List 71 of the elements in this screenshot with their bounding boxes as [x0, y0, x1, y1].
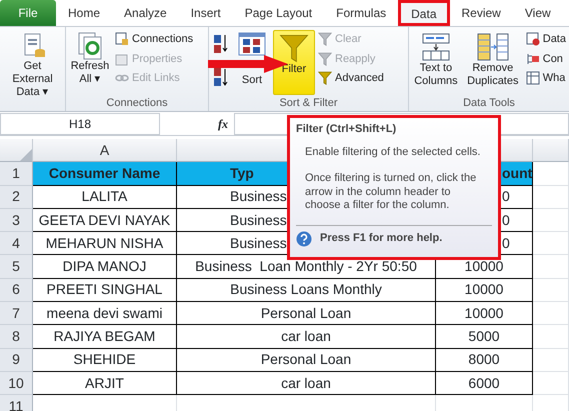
table-cell: 6000 [436, 372, 533, 396]
table-cell: ARJIT [33, 372, 177, 396]
function-button[interactable]: fx [160, 114, 234, 132]
row-number[interactable]: 6 [0, 278, 33, 302]
table-cell: Business Loans Monthly [177, 278, 436, 302]
table-cell: MEHARUN NISHA [33, 232, 177, 256]
ribbon-tab[interactable]: Review [450, 0, 513, 26]
sort-icon [238, 32, 266, 56]
table-cell: 5000 [436, 325, 533, 349]
group-label: Connections [105, 96, 169, 111]
data-validation-icon [526, 32, 540, 46]
row-number[interactable]: 5 [0, 255, 33, 279]
ribbon-button[interactable]: Connections [114, 30, 194, 48]
row-number[interactable]: 2 [0, 186, 33, 209]
row-number[interactable]: 4 [0, 232, 33, 256]
ribbon-tab[interactable]: Page Layout [232, 0, 324, 26]
table-cell: 8000 [436, 348, 533, 372]
ribbon-tab[interactable]: Home [56, 0, 112, 26]
table-cell: RAJIYA BEGAM [33, 325, 177, 349]
ribbon-tab[interactable]: Data [398, 0, 450, 26]
consolidate-icon [526, 52, 540, 66]
properties-icon [115, 52, 129, 66]
ribbon-button[interactable]: Con [524, 50, 567, 68]
funnel-icon [318, 71, 332, 86]
table-cell: PREETI SINGHAL [33, 278, 177, 302]
ribbon-tab[interactable]: Insert [178, 0, 233, 26]
ribbon-button[interactable]: Text to Columns [411, 30, 461, 95]
table-cell: SHEHIDE [33, 348, 177, 372]
row-number[interactable]: 3 [0, 208, 33, 232]
table-cell: DIPA MANOJ [33, 255, 177, 279]
name-box[interactable]: H18 [0, 112, 160, 134]
funnel-icon [318, 32, 332, 46]
funnel-icon [318, 52, 332, 66]
table-cell: 10000 [436, 278, 533, 302]
table-cell: Personal Loan [177, 302, 436, 326]
ribbon-button[interactable]: Advanced [317, 69, 385, 88]
funnel-icon [279, 33, 309, 63]
group-label: Sort & Filter [278, 96, 339, 111]
ribbon-button[interactable]: Get External Data ▾ [2, 30, 63, 102]
remove-duplicates-icon [476, 32, 510, 62]
ribbon-tab[interactable]: File [0, 0, 56, 26]
ribbon-tab[interactable]: View [512, 0, 563, 26]
ribbon-button[interactable]: Data [524, 30, 567, 48]
ribbon-button[interactable]: Remove Duplicates [462, 30, 523, 95]
tooltip-title: Filter (Ctrl+Shift+L) [296, 123, 398, 136]
table-cell: meena devi swami [33, 302, 177, 326]
table-cell: Personal Loan [177, 348, 436, 372]
ribbon-tab[interactable]: Analyze [112, 0, 179, 26]
ribbon-button[interactable]: Refresh All ▾ [68, 30, 112, 95]
header-cell: Consumer Name [33, 162, 177, 186]
ribbon-tab[interactable]: Formulas [324, 0, 398, 26]
table-cell: LALITA [33, 186, 177, 209]
row-number[interactable]: 7 [0, 302, 33, 326]
column-header[interactable]: A [33, 139, 177, 162]
table-cell: GEETA DEVI NAYAK [33, 208, 177, 232]
text-to-columns-icon [420, 32, 451, 62]
table-cell: 10000 [436, 302, 533, 326]
table-cell: car loan [177, 325, 436, 349]
row-number[interactable]: 1 [0, 162, 33, 186]
ribbon-button[interactable]: Filter [273, 30, 315, 95]
row-number[interactable]: 11 [0, 395, 33, 411]
ribbon-button[interactable]: Wha [524, 69, 567, 88]
row-number[interactable]: 10 [0, 372, 33, 396]
row-number[interactable]: 8 [0, 325, 33, 349]
row-number[interactable]: 9 [0, 348, 33, 372]
help-icon [296, 230, 312, 247]
connections-icon [115, 32, 129, 46]
tooltip-text: Enable filtering of the selected cells. [304, 146, 482, 160]
refresh-icon [76, 32, 104, 60]
group-label: Data Tools [462, 96, 516, 111]
table-cell: car loan [177, 372, 436, 396]
